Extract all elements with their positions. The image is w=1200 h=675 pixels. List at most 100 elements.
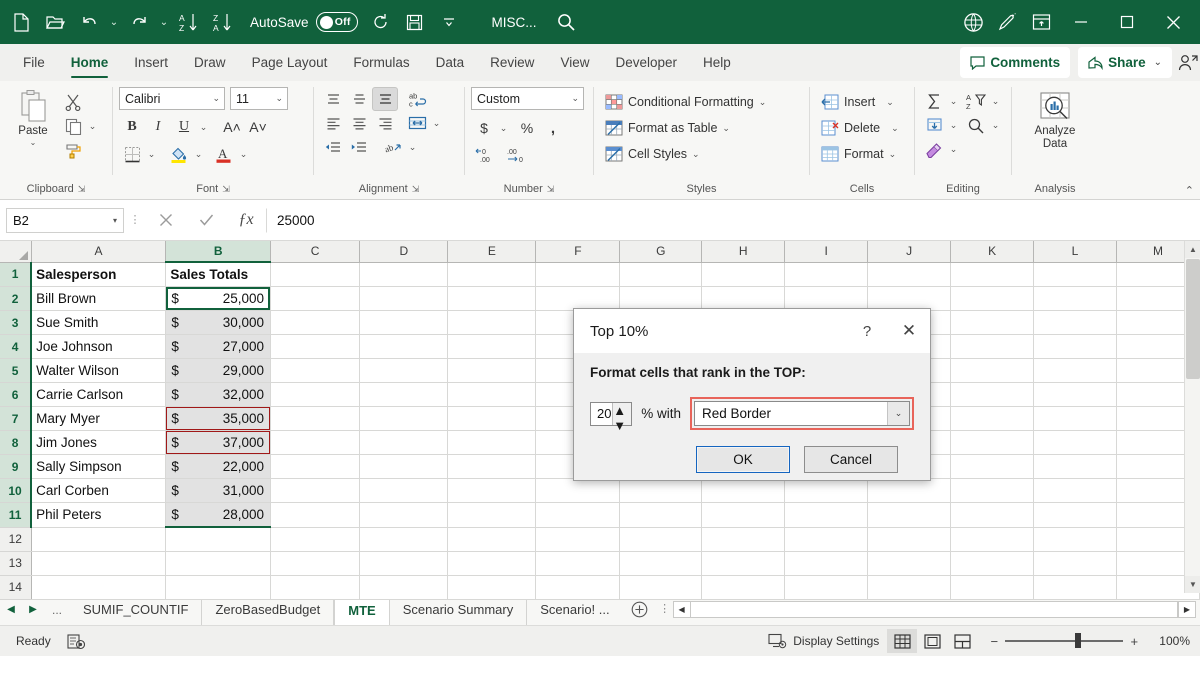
row-header-11[interactable]: 11: [0, 503, 31, 528]
cell-l13[interactable]: [1034, 551, 1117, 575]
cell-l14[interactable]: [1034, 575, 1117, 599]
minimize-icon[interactable]: [1058, 0, 1104, 44]
cell-d2[interactable]: [360, 287, 448, 311]
cell-c6[interactable]: [271, 383, 360, 407]
cell-g2[interactable]: [620, 287, 702, 311]
borders-caret-icon[interactable]: ⌄: [145, 142, 158, 166]
cell-j11[interactable]: [868, 503, 951, 528]
align-top-icon[interactable]: [320, 87, 346, 111]
cell-i10[interactable]: [785, 479, 868, 503]
cell-g11[interactable]: [620, 503, 702, 528]
close-icon[interactable]: [1150, 0, 1196, 44]
copilot-icon[interactable]: [956, 5, 990, 39]
column-header-f[interactable]: F: [536, 241, 620, 262]
cell-h11[interactable]: [702, 503, 785, 528]
row-header-10[interactable]: 10: [0, 479, 31, 503]
name-box-caret-icon[interactable]: ▾: [113, 216, 117, 225]
cell-a1[interactable]: Salesperson: [31, 262, 166, 287]
cell-d11[interactable]: [360, 503, 448, 528]
cell-b14[interactable]: [166, 575, 271, 599]
italic-button[interactable]: I: [145, 115, 171, 139]
comma-style-icon[interactable]: ,: [540, 116, 566, 140]
collapse-ribbon-icon[interactable]: ⌃: [1185, 184, 1194, 197]
cell-f11[interactable]: [536, 503, 620, 528]
cell-e4[interactable]: [448, 335, 536, 359]
redo-dropdown-caret-icon[interactable]: ⌄: [156, 5, 172, 39]
orientation-caret-icon[interactable]: ⌄: [406, 135, 419, 159]
cell-l11[interactable]: [1034, 503, 1117, 528]
cell-l10[interactable]: [1034, 479, 1117, 503]
align-middle-icon[interactable]: [346, 87, 372, 111]
cell-k3[interactable]: [951, 311, 1034, 335]
cell-k9[interactable]: [951, 455, 1034, 479]
cell-j1[interactable]: [868, 262, 951, 287]
font-name-caret-icon[interactable]: ⌄: [212, 93, 220, 104]
cell-k13[interactable]: [951, 551, 1034, 575]
tab-home[interactable]: Home: [58, 44, 122, 81]
shrink-font-button[interactable]: A˅: [245, 115, 271, 139]
cell-g14[interactable]: [620, 575, 702, 599]
decrease-indent-icon[interactable]: [320, 135, 346, 159]
comments-button[interactable]: Comments: [960, 47, 1070, 78]
underline-button[interactable]: U: [171, 115, 197, 139]
cell-d3[interactable]: [360, 311, 448, 335]
find-select-caret-icon[interactable]: ⌄: [989, 113, 1002, 137]
cell-f12[interactable]: [536, 527, 620, 551]
row-header-12[interactable]: 12: [0, 527, 31, 551]
increase-indent-icon[interactable]: [346, 135, 372, 159]
cell-a7[interactable]: Mary Myer: [31, 407, 166, 431]
cell-j10[interactable]: [868, 479, 951, 503]
cell-i14[interactable]: [785, 575, 868, 599]
row-header-1[interactable]: 1: [0, 262, 31, 287]
cell-k11[interactable]: [951, 503, 1034, 528]
accounting-number-format-icon[interactable]: $: [471, 116, 497, 140]
cell-k14[interactable]: [951, 575, 1034, 599]
autosum-icon[interactable]: [921, 89, 947, 113]
tab-review[interactable]: Review: [477, 44, 547, 81]
cell-d10[interactable]: [360, 479, 448, 503]
percent-value[interactable]: 20: [591, 403, 612, 425]
cell-h12[interactable]: [702, 527, 785, 551]
page-break-preview-icon[interactable]: [947, 629, 977, 653]
cell-l5[interactable]: [1034, 359, 1117, 383]
cell-e14[interactable]: [448, 575, 536, 599]
paste-button[interactable]: Paste ⌄: [6, 87, 60, 147]
cell-i11[interactable]: [785, 503, 868, 528]
find-and-select-icon[interactable]: [963, 113, 989, 137]
formula-bar-handle[interactable]: ⋮: [124, 216, 146, 224]
cell-c2[interactable]: [271, 287, 360, 311]
cell-l8[interactable]: [1034, 431, 1117, 455]
clipboard-dialog-launcher[interactable]: ⇲: [78, 180, 86, 199]
cell-d7[interactable]: [360, 407, 448, 431]
number-format-caret-icon[interactable]: ⌄: [571, 93, 579, 104]
tab-view[interactable]: View: [547, 44, 602, 81]
cell-a2[interactable]: Bill Brown: [31, 287, 166, 311]
percent-stepper[interactable]: 20 ▲ ▼: [590, 402, 632, 426]
cell-j13[interactable]: [868, 551, 951, 575]
cell-d9[interactable]: [360, 455, 448, 479]
cell-j14[interactable]: [868, 575, 951, 599]
cell-c14[interactable]: [271, 575, 360, 599]
align-bottom-icon[interactable]: [372, 87, 398, 111]
format-select-caret-icon[interactable]: ⌄: [887, 402, 909, 425]
cell-e11[interactable]: [448, 503, 536, 528]
row-header-2[interactable]: 2: [0, 287, 31, 311]
zoom-level[interactable]: 100%: [1151, 629, 1192, 653]
tab-help[interactable]: Help: [690, 44, 744, 81]
cell-d4[interactable]: [360, 335, 448, 359]
format-painter-icon[interactable]: [60, 138, 86, 162]
cell-b7[interactable]: $35,000: [166, 407, 271, 431]
accounting-caret-icon[interactable]: ⌄: [497, 116, 510, 140]
cell-b2[interactable]: $25,000: [166, 287, 271, 311]
percent-style-icon[interactable]: %: [514, 116, 540, 140]
ribbon-display-options-icon[interactable]: [1024, 5, 1058, 39]
decrease-decimal-icon[interactable]: .000: [501, 142, 531, 166]
cell-c10[interactable]: [271, 479, 360, 503]
conditional-formatting-button[interactable]: Conditional Formatting ⌄: [600, 89, 771, 115]
column-header-c[interactable]: C: [271, 241, 360, 262]
cell-b12[interactable]: [166, 527, 271, 551]
pen-icon[interactable]: [990, 5, 1024, 39]
cell-b1[interactable]: Sales Totals: [166, 262, 271, 287]
column-header-d[interactable]: D: [360, 241, 448, 262]
tab-data[interactable]: Data: [423, 44, 478, 81]
